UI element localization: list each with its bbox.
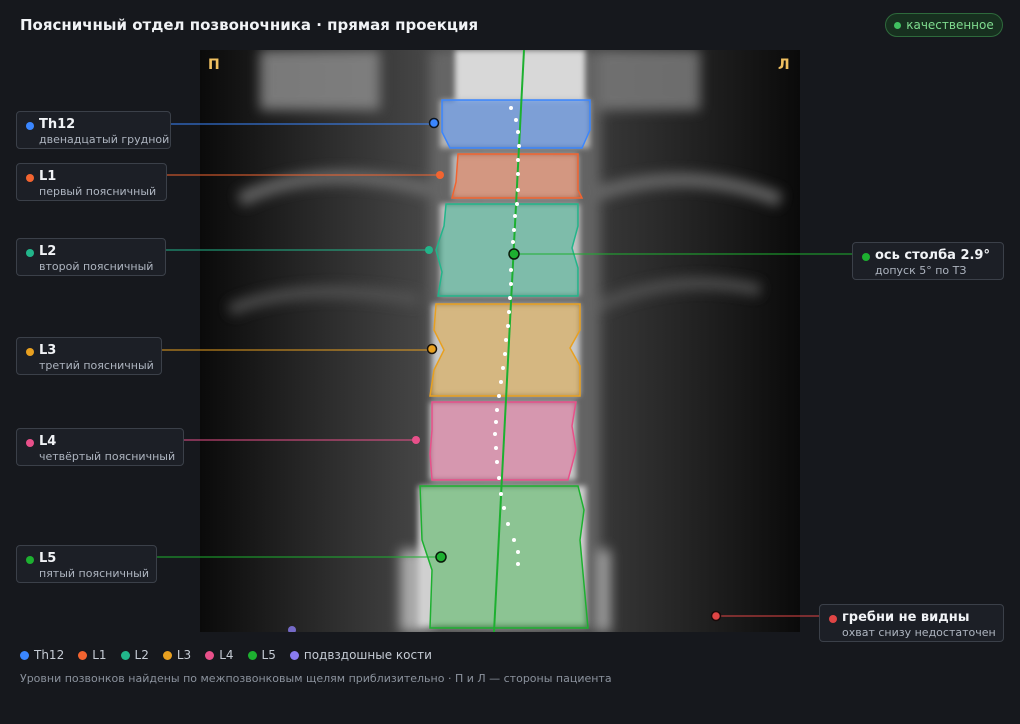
legend-label: L1 bbox=[92, 648, 107, 662]
quality-badge-label: качественное bbox=[906, 18, 994, 32]
vertebra-sublabel: третий поясничный bbox=[39, 359, 154, 372]
vertebra-sublabel: пятый поясничный bbox=[39, 567, 149, 580]
l2-dot bbox=[26, 249, 34, 257]
vertebra-label: L1 bbox=[39, 169, 57, 184]
axis-dot bbox=[862, 253, 870, 261]
vertebra-label: L2 bbox=[39, 244, 57, 259]
l5-dot bbox=[26, 556, 34, 564]
vertebra-sublabel: первый поясничный bbox=[39, 185, 157, 198]
vertebra-card-l4[interactable]: L4 четвёртый поясничный bbox=[16, 428, 184, 466]
axis-sublabel: допуск 5° по ТЗ bbox=[875, 264, 967, 277]
quality-badge: качественное bbox=[885, 13, 1003, 37]
legend-item-l4[interactable]: L4 bbox=[205, 648, 234, 662]
legend-dot bbox=[205, 650, 215, 660]
l2-segment bbox=[435, 203, 579, 297]
vertebra-card-l2[interactable]: L2 второй поясничный bbox=[16, 238, 166, 276]
vertebra-label: Th12 bbox=[39, 117, 76, 132]
l1-dot bbox=[26, 174, 34, 182]
legend-item-l5[interactable]: L5 bbox=[247, 648, 276, 662]
legend-label: Th12 bbox=[34, 648, 65, 662]
xray-image[interactable] bbox=[200, 50, 800, 632]
patient-right-marker: П bbox=[208, 57, 220, 73]
l4-dot bbox=[26, 439, 34, 447]
legend-item-l3[interactable]: L3 bbox=[162, 648, 192, 662]
th12-segment bbox=[441, 99, 591, 149]
vertebra-card-l5[interactable]: L5 пятый поясничный bbox=[16, 545, 157, 583]
page-title: Поясничный отдел позвоночника · прямая п… bbox=[20, 16, 479, 34]
legend-item-iliac[interactable]: подвздошные кости bbox=[289, 648, 432, 662]
legend-dot bbox=[162, 650, 172, 660]
vertebra-card-l1[interactable]: L1 первый поясничный bbox=[16, 163, 167, 201]
legend-dot bbox=[289, 650, 299, 660]
vertebra-card-th12[interactable]: Th12 двенадцатый грудной bbox=[16, 111, 171, 149]
crests-sublabel: охват снизу недостаточен bbox=[842, 626, 996, 639]
xray-svg bbox=[200, 50, 800, 632]
legend-dot bbox=[120, 650, 130, 660]
legend-dot bbox=[78, 650, 88, 660]
legend-item-l2[interactable]: L2 bbox=[120, 648, 149, 662]
vertebra-label: L3 bbox=[39, 343, 57, 358]
vertebra-label: L4 bbox=[39, 434, 57, 449]
quality-status-dot bbox=[894, 21, 902, 29]
axis-label: ось столба 2.9° bbox=[875, 248, 990, 263]
legend-label: L3 bbox=[176, 648, 192, 662]
vertebra-sublabel: второй поясничный bbox=[39, 260, 154, 273]
crests-dot bbox=[829, 615, 837, 623]
l3-dot bbox=[26, 348, 34, 356]
crests-card[interactable]: гребни не видны охват снизу недостаточен bbox=[819, 604, 1004, 642]
legend-item-l1[interactable]: L1 bbox=[78, 648, 107, 662]
legend-label: L4 bbox=[219, 648, 234, 662]
th12-dot bbox=[26, 122, 34, 130]
vertebra-sublabel: четвёртый поясничный bbox=[39, 450, 176, 463]
legend: Th12 L1 L2 L3 L4 L5 подвздошные кости bbox=[20, 648, 432, 662]
legend-dot bbox=[20, 650, 29, 660]
legend-dot bbox=[247, 650, 257, 660]
crests-label: гребни не видны bbox=[842, 610, 970, 625]
vertebra-sublabel: двенадцатый грудной bbox=[39, 133, 170, 146]
spine-axis-card[interactable]: ось столба 2.9° допуск 5° по ТЗ bbox=[852, 242, 1004, 280]
l3-segment bbox=[429, 303, 581, 397]
vertebra-label: L5 bbox=[39, 551, 57, 566]
footnote: Уровни позвонков найдены по межпозвонков… bbox=[20, 672, 612, 685]
patient-left-marker: Л bbox=[778, 57, 790, 73]
legend-label: L5 bbox=[261, 648, 276, 662]
legend-label: L2 bbox=[134, 648, 149, 662]
legend-label: подвздошные кости bbox=[303, 648, 432, 662]
legend-item-th12[interactable]: Th12 bbox=[20, 648, 64, 662]
vertebra-card-l3[interactable]: L3 третий поясничный bbox=[16, 337, 162, 375]
